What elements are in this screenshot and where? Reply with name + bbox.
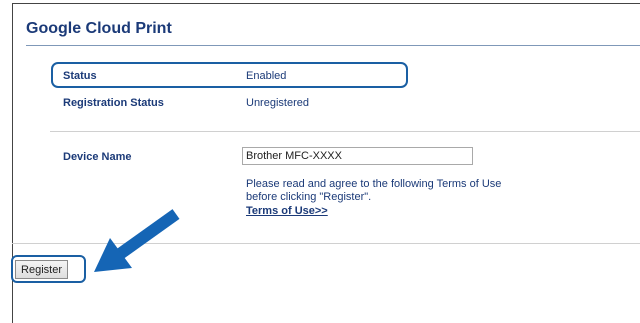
pointer-arrow-icon <box>94 209 180 272</box>
status-value: Enabled <box>246 70 287 82</box>
status-label: Status <box>63 70 97 82</box>
terms-of-use-link[interactable]: Terms of Use>> <box>246 205 328 217</box>
title-divider <box>26 45 640 46</box>
terms-note-line-2: before clicking "Register". <box>246 191 372 203</box>
section-divider <box>50 131 640 132</box>
device-name-input[interactable] <box>242 147 473 165</box>
status-highlight-box <box>51 62 408 88</box>
terms-note: Please read and agree to the following T… <box>246 178 546 204</box>
device-name-label: Device Name <box>63 151 132 163</box>
register-button[interactable]: Register <box>15 260 68 279</box>
page-title: Google Cloud Print <box>26 20 172 37</box>
terms-note-line-1: Please read and agree to the following T… <box>246 178 502 190</box>
registration-status-value: Unregistered <box>246 97 309 109</box>
registration-status-label: Registration Status <box>63 97 164 109</box>
